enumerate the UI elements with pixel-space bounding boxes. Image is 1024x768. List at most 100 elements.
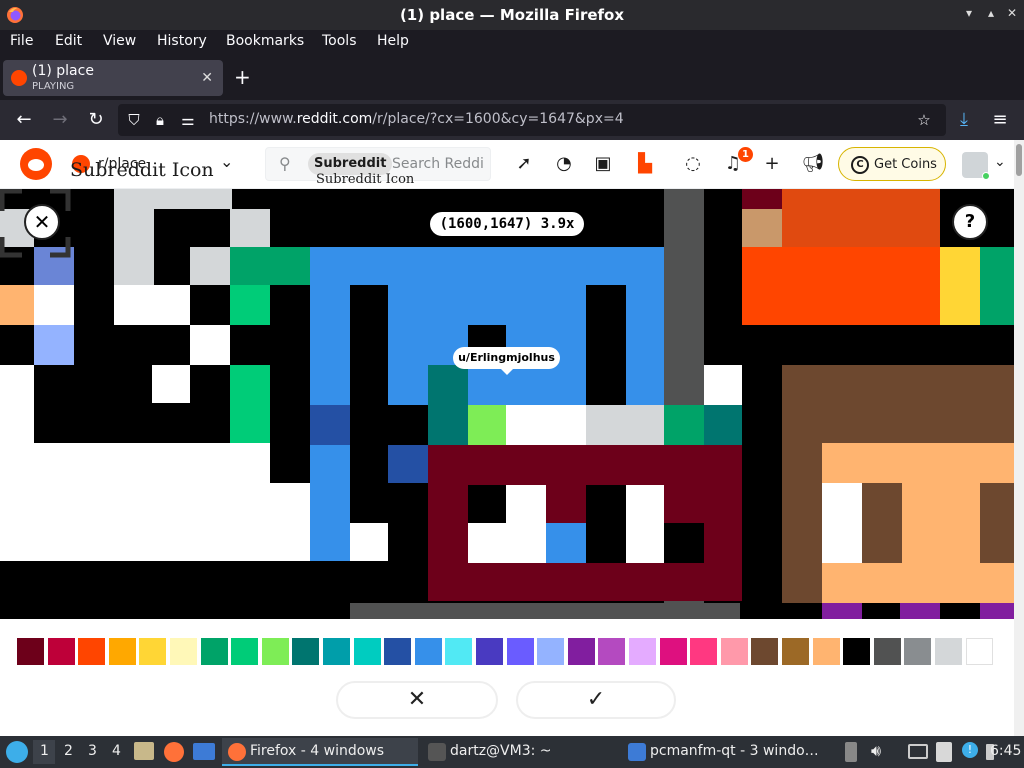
canvas-pixel[interactable] [742,189,782,209]
canvas-pixel[interactable] [190,325,230,365]
color-swatch[interactable] [659,638,687,665]
canvas-pixel[interactable] [310,445,350,519]
page-scrollbar[interactable] [1014,140,1024,736]
confirm-placement-button[interactable]: ✓ [516,681,676,719]
canvas-pixel[interactable] [0,483,310,561]
workspace-2[interactable]: 2 [64,743,73,759]
close-tab-icon[interactable]: ✕ [201,70,213,86]
color-swatch[interactable] [139,638,167,665]
task-pcmanfm[interactable]: pcmanfm-qt - 3 windo… [622,738,822,766]
color-swatch[interactable] [904,638,932,665]
color-swatch[interactable] [751,638,779,665]
canvas-pixel[interactable] [980,483,1014,563]
scrollbar-thumb[interactable] [1016,144,1022,176]
popular-arrow-icon[interactable]: ➚ [512,152,536,176]
color-swatch[interactable] [170,638,197,665]
color-swatch[interactable] [78,638,106,665]
minimize-icon[interactable]: ▾ [962,6,976,20]
place-canvas[interactable]: ✕ (1600,1647) 3.9x ? u/Erlingmjolhus [0,189,1014,619]
tray-device-icon[interactable] [845,742,857,762]
canvas-pixel[interactable] [230,285,270,325]
canvas-pixel[interactable] [230,247,310,285]
menu-tools[interactable]: Tools [322,33,357,49]
stats-icon[interactable]: ◔ [552,152,576,176]
menu-bookmarks[interactable]: Bookmarks [226,33,304,49]
pixel-grid[interactable] [0,189,1014,619]
color-swatch[interactable] [200,638,228,665]
search-input[interactable]: ⚲ Subreddit Subreddit Icon Search Reddit [265,147,491,187]
help-button[interactable]: ? [952,204,988,240]
color-swatch[interactable] [782,638,809,665]
canvas-pixel[interactable] [980,603,1014,619]
canvas-pixel[interactable] [0,443,270,483]
workspace-4[interactable]: 4 [112,743,121,759]
canvas-pixel[interactable] [862,483,902,563]
canvas-pixel[interactable] [34,325,74,365]
url-bar[interactable]: ⛉ 🔒︎ ⚌ https://www.reddit.com/r/place/?c… [118,104,946,136]
color-swatch[interactable] [108,638,136,665]
desktop-launcher-icon[interactable] [193,743,215,760]
color-swatch[interactable] [690,638,718,665]
color-swatch[interactable] [384,638,412,665]
color-swatch[interactable] [965,638,993,665]
canvas-pixel[interactable] [586,285,626,405]
color-swatch[interactable] [598,638,626,665]
chat-icon[interactable]: ◌ [681,152,705,176]
volume-icon[interactable]: 🔊︎ [871,741,881,761]
color-swatch[interactable] [567,638,595,665]
canvas-pixel[interactable] [190,247,230,285]
firefox-launcher-icon[interactable] [164,742,184,762]
canvas-pixel[interactable] [586,405,664,445]
menu-view[interactable]: View [103,33,136,49]
color-swatch[interactable] [629,638,656,665]
canvas-pixel[interactable] [782,365,1014,443]
canvas-pixel[interactable] [310,519,350,561]
subreddit-chevron-down-icon[interactable]: ⌄ [220,152,233,171]
task-firefox[interactable]: Firefox - 4 windows [222,738,418,766]
canvas-pixel[interactable] [230,365,270,443]
color-swatch[interactable] [812,638,840,665]
get-coins-button[interactable]: C Get Coins [838,147,946,181]
color-swatch[interactable] [261,638,289,665]
color-swatch[interactable] [476,638,503,665]
canvas-pixel[interactable] [742,247,940,325]
workspace-3[interactable]: 3 [88,743,97,759]
notification-info-icon[interactable]: ! [962,742,978,758]
lock-icon[interactable]: 🔒︎ [150,110,170,130]
canvas-pixel[interactable] [468,523,506,563]
canvas-pixel[interactable] [900,603,940,619]
task-terminal[interactable]: dartz@VM3: ~ [422,738,618,766]
canvas-pixel[interactable] [230,209,270,247]
advertise-megaphone-icon[interactable]: 📢︎ [801,152,825,176]
user-menu-chevron-down-icon[interactable]: ⌄ [994,154,1006,170]
color-swatch[interactable] [353,638,381,665]
canvas-pixel[interactable] [546,523,586,563]
canvas-pixel[interactable] [388,445,428,483]
hamburger-menu-icon[interactable]: ≡ [988,108,1012,132]
file-manager-launcher-icon[interactable] [134,742,154,760]
canvas-pixel[interactable] [468,485,506,523]
menu-help[interactable]: Help [377,33,409,49]
color-swatch[interactable] [720,638,748,665]
color-swatch[interactable] [414,638,442,665]
canvas-pixel[interactable] [664,523,704,563]
tracking-shield-icon[interactable]: ⛉ [124,110,144,130]
canvas-pixel[interactable] [626,485,664,563]
canvas-pixel[interactable] [586,485,626,563]
workspace-1[interactable]: 1 [40,743,49,759]
canvas-pixel[interactable] [506,405,586,445]
color-swatch[interactable] [445,638,473,665]
color-swatch[interactable] [17,638,44,665]
color-swatch[interactable] [47,638,75,665]
color-swatch[interactable] [873,638,901,665]
canvas-pixel[interactable] [468,405,506,445]
canvas-pixel[interactable] [428,365,468,445]
canvas-pixel[interactable] [822,603,862,619]
canvas-pixel[interactable] [506,485,546,563]
color-swatch[interactable] [292,638,320,665]
canvas-pixel[interactable] [664,405,704,445]
menu-history[interactable]: History [157,33,207,49]
menu-edit[interactable]: Edit [55,33,82,49]
canvas-pixel[interactable] [114,285,190,325]
clock[interactable]: 6:45 [990,743,1021,759]
